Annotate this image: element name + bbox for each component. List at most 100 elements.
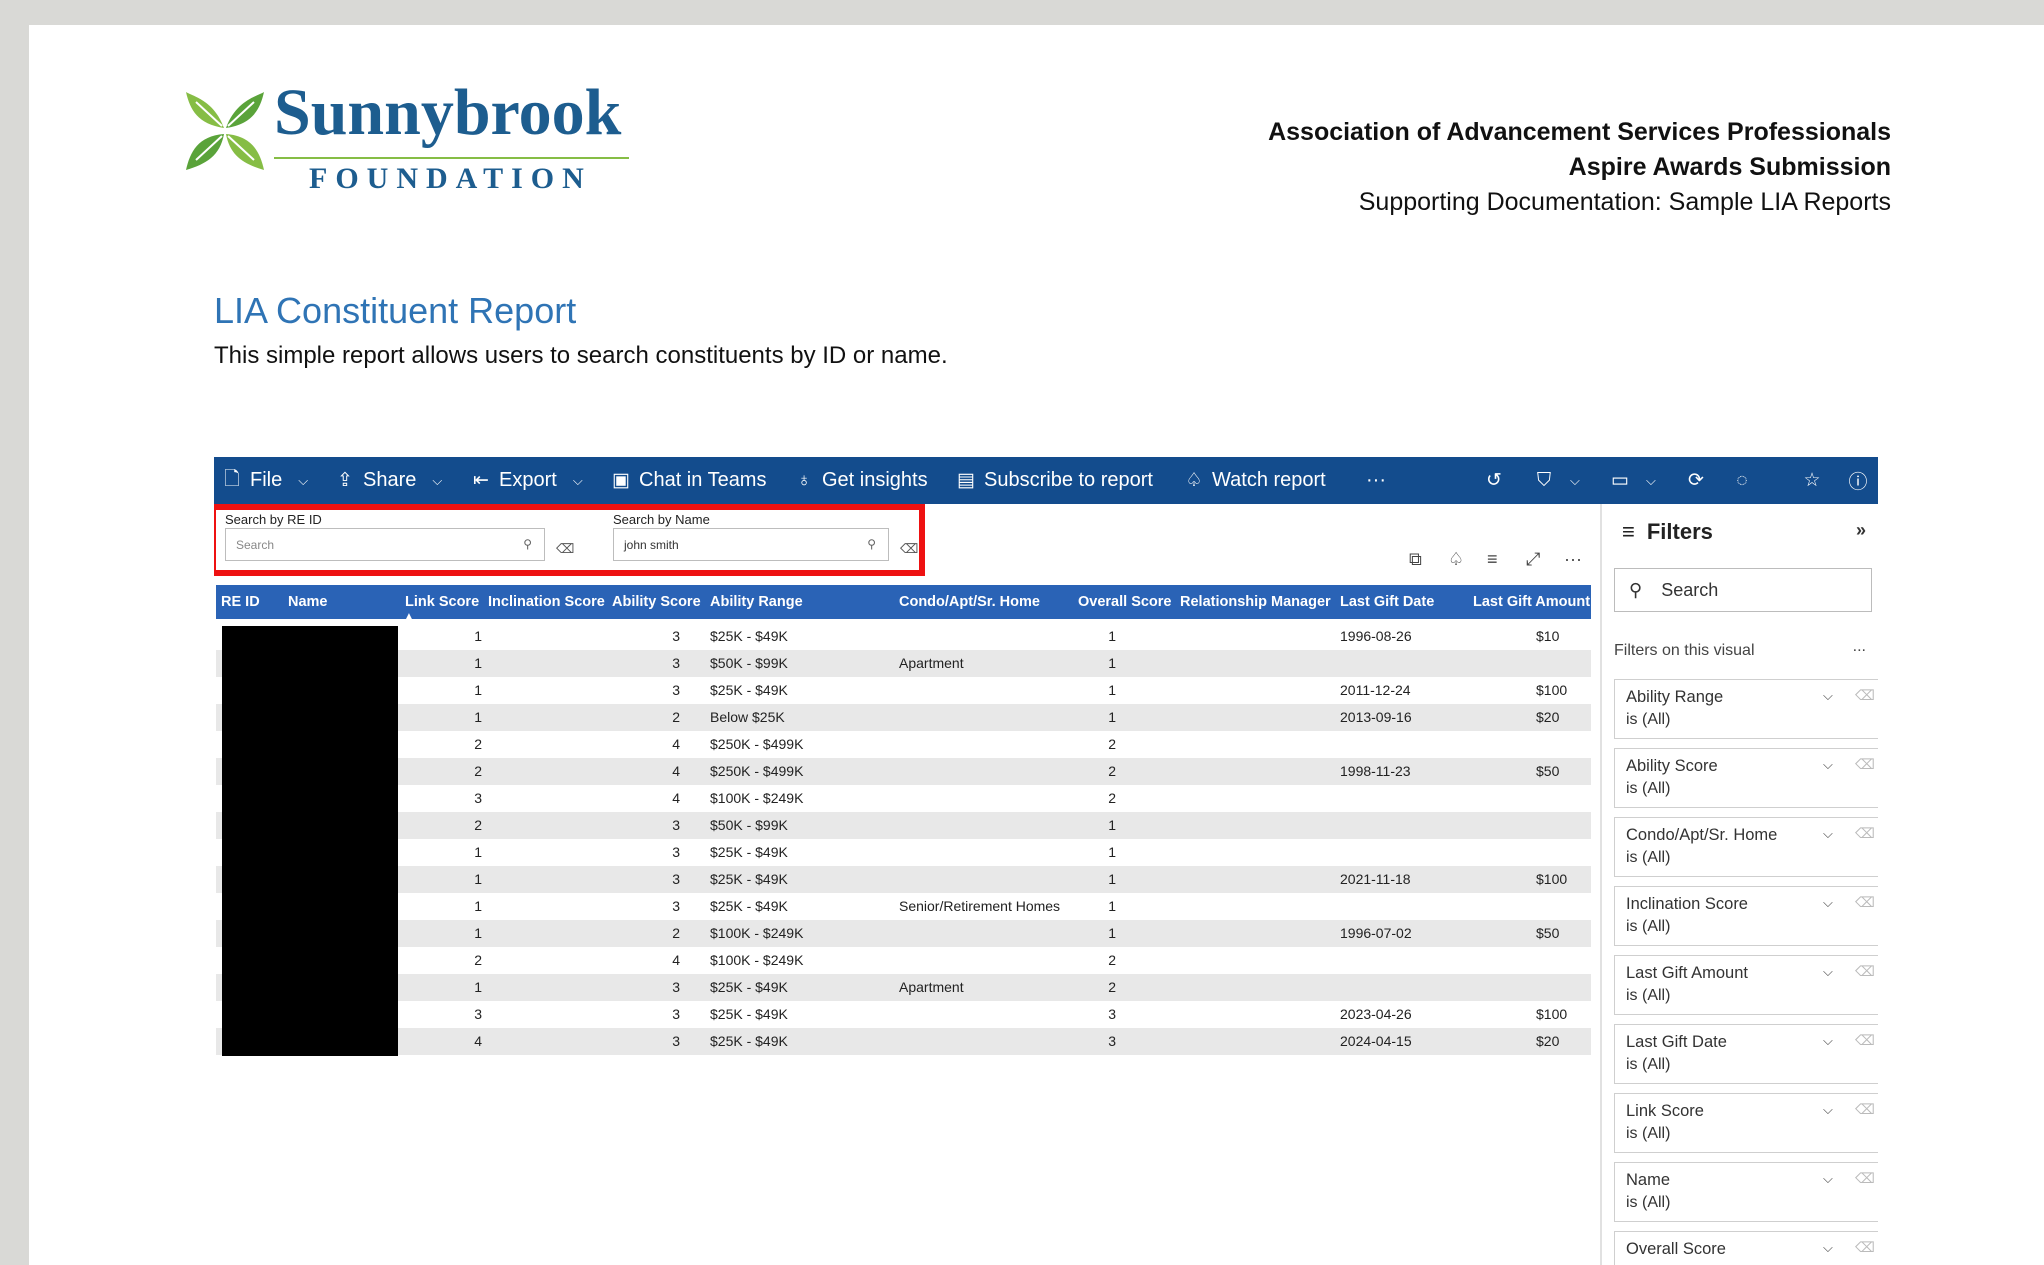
filters-section-more[interactable]: ... bbox=[1853, 638, 1866, 656]
export-menu[interactable]: ⇤ Export ⌵ bbox=[471, 457, 583, 504]
subscribe-button[interactable]: ▤ Subscribe to report bbox=[956, 457, 1153, 504]
eraser-icon[interactable]: ⌫ bbox=[1855, 756, 1875, 773]
col-condo[interactable]: Condo/Apt/Sr. Home bbox=[899, 585, 1040, 619]
cell-condo bbox=[899, 920, 1074, 947]
chevron-down-icon[interactable]: ⌵ bbox=[1823, 826, 1833, 842]
filter-card-name: Name bbox=[1626, 1171, 1671, 1189]
eraser-icon[interactable]: ⌫ bbox=[1855, 1170, 1875, 1187]
table-row[interactable]: 112Below $25K12013-09-16$20 bbox=[216, 704, 1591, 731]
table-row[interactable]: 124$250K - $499K2 bbox=[216, 731, 1591, 758]
col-last-gift-amount[interactable]: Last Gift Amount bbox=[1473, 585, 1590, 619]
col-inclination-score[interactable]: Inclination Score bbox=[488, 585, 605, 619]
chevron-down-icon[interactable]: ⌵ bbox=[1823, 688, 1833, 704]
cell-amount: $20 bbox=[1536, 1033, 1560, 1049]
eraser-icon[interactable]: ⌫ bbox=[1855, 825, 1875, 842]
cell-incl: 1 bbox=[474, 655, 482, 671]
eraser-icon[interactable]: ⌫ bbox=[1855, 894, 1875, 911]
table-header: RE ID Name Link Score ▲ Inclination Scor… bbox=[216, 585, 1591, 622]
watch-label: Watch report bbox=[1212, 469, 1326, 491]
info-button[interactable]: ⓘ bbox=[1848, 457, 1868, 504]
chevron-down-icon[interactable]: ⌵ bbox=[1823, 1033, 1833, 1049]
chevron-down-icon[interactable]: ⌵ bbox=[1823, 1240, 1833, 1256]
chevron-down-icon[interactable]: ⌵ bbox=[1823, 895, 1833, 911]
eraser-icon[interactable]: ⌫ bbox=[1855, 1101, 1875, 1118]
table-row[interactable]: 333$25K - $49K32023-04-26$100 bbox=[216, 1001, 1591, 1028]
col-relationship-manager[interactable]: Relationship Manager bbox=[1180, 585, 1331, 619]
filter-card-value: is (All) bbox=[1626, 780, 1671, 797]
cell-range: $250K - $499K bbox=[710, 763, 804, 779]
table-row[interactable]: 124$250K - $499K21998-11-23$50 bbox=[216, 758, 1591, 785]
col-ability-range[interactable]: Ability Range bbox=[710, 585, 803, 619]
filter-card[interactable]: Inclination Score is (All) ⌵ ⌫ bbox=[1614, 886, 1878, 946]
more-options-button[interactable]: ··· bbox=[1366, 457, 1386, 504]
chevron-down-icon[interactable]: ⌵ bbox=[1823, 757, 1833, 773]
filters-search-input[interactable]: ⚲ Search bbox=[1614, 568, 1872, 612]
table-row[interactable]: 113$25K - $49K11996-08-26$10 bbox=[216, 623, 1591, 650]
watch-report-button[interactable]: ♤ Watch report bbox=[1184, 457, 1326, 504]
filter-card[interactable]: Overall Score ⌵ ⌫ bbox=[1614, 1231, 1878, 1265]
table-row[interactable]: 113$25K - $49K12021-11-18$100 bbox=[216, 866, 1591, 893]
cell-abil: 4 bbox=[672, 790, 680, 806]
cell-date: 2024-04-15 bbox=[1340, 1033, 1412, 1049]
col-link-score[interactable]: Link Score bbox=[405, 585, 479, 619]
focus-mode-icon[interactable]: ⤢ bbox=[1526, 549, 1540, 570]
eraser-icon[interactable]: ⌫ bbox=[1855, 687, 1875, 704]
table-row[interactable]: 134$100K - $249K2 bbox=[216, 785, 1591, 812]
leaf-logo-icon bbox=[186, 92, 264, 170]
refresh-button[interactable]: ⟳ bbox=[1686, 457, 1706, 504]
col-name[interactable]: Name bbox=[288, 585, 328, 619]
header-line-1: Association of Advancement Services Prof… bbox=[1268, 118, 1891, 146]
table-row[interactable]: 113$25K - $49KSenior/Retirement Homes1 bbox=[216, 893, 1591, 920]
eraser-icon[interactable]: ⌫ bbox=[1855, 1032, 1875, 1049]
filter-card[interactable]: Name is (All) ⌵ ⌫ bbox=[1614, 1162, 1878, 1222]
filter-card[interactable]: Last Gift Amount is (All) ⌵ ⌫ bbox=[1614, 955, 1878, 1015]
collapse-filters-button[interactable]: » bbox=[1856, 520, 1866, 541]
bookmark-button[interactable]: ⛉ ⌵ bbox=[1534, 457, 1580, 504]
comment-icon: ◌ bbox=[1736, 469, 1748, 491]
chevron-down-icon[interactable]: ⌵ bbox=[1823, 1102, 1833, 1118]
file-menu[interactable]: 🗋 File ⌵ bbox=[222, 457, 308, 504]
table-row[interactable]: 443$25K - $49K32024-04-15$20 bbox=[216, 1028, 1591, 1055]
filters-title: ≡ Filters bbox=[1622, 519, 1713, 545]
filter-card[interactable]: Ability Range is (All) ⌵ ⌫ bbox=[1614, 679, 1878, 739]
chevron-down-icon[interactable]: ⌵ bbox=[1823, 964, 1833, 980]
comments-button[interactable]: ◌ bbox=[1732, 457, 1752, 504]
table-row[interactable]: 113$50K - $99KApartment1 bbox=[216, 650, 1591, 677]
more-options-icon[interactable]: ··· bbox=[1564, 549, 1582, 570]
header-line-3: Supporting Documentation: Sample LIA Rep… bbox=[1358, 188, 1891, 216]
cell-abil: 3 bbox=[672, 817, 680, 833]
report-title: LIA Constituent Report bbox=[214, 290, 577, 331]
share-menu[interactable]: ⇪ Share ⌵ bbox=[335, 457, 442, 504]
col-overall-score[interactable]: Overall Score bbox=[1078, 585, 1172, 619]
table-row[interactable]: 113$25K - $49K1 bbox=[216, 839, 1591, 866]
col-last-gift-date[interactable]: Last Gift Date bbox=[1340, 585, 1434, 619]
reset-button[interactable]: ↺ bbox=[1484, 457, 1504, 504]
filter-card[interactable]: Last Gift Date is (All) ⌵ ⌫ bbox=[1614, 1024, 1878, 1084]
cell-overall: 1 bbox=[1108, 817, 1116, 833]
favorite-button[interactable]: ☆ bbox=[1802, 457, 1822, 504]
table-row[interactable]: 313$25K - $49KApartment2 bbox=[216, 974, 1591, 1001]
eraser-icon[interactable]: ⌫ bbox=[1855, 963, 1875, 980]
col-reid[interactable]: RE ID bbox=[221, 585, 260, 619]
eraser-icon[interactable]: ⌫ bbox=[1855, 1239, 1875, 1256]
search-icon: ⚲ bbox=[1629, 580, 1643, 600]
filter-icon[interactable]: ≡ bbox=[1487, 549, 1498, 570]
bell-icon[interactable]: ♤ bbox=[1448, 549, 1464, 570]
cell-amount: $20 bbox=[1536, 709, 1560, 725]
export-icon: ⇤ bbox=[473, 470, 489, 491]
filter-card[interactable]: Link Score is (All) ⌵ ⌫ bbox=[1614, 1093, 1878, 1153]
get-insights-button[interactable]: ♁ Get insights bbox=[794, 457, 928, 504]
view-button[interactable]: ▭ ⌵ bbox=[1610, 457, 1656, 504]
filter-card[interactable]: Ability Score is (All) ⌵ ⌫ bbox=[1614, 748, 1878, 808]
filter-card[interactable]: Condo/Apt/Sr. Home is (All) ⌵ ⌫ bbox=[1614, 817, 1878, 877]
chat-in-teams-button[interactable]: ▣ Chat in Teams bbox=[611, 457, 766, 504]
table-row[interactable]: 124$100K - $249K2 bbox=[216, 947, 1591, 974]
table-row[interactable]: 123$50K - $99K1 bbox=[216, 812, 1591, 839]
filter-card-value: is (All) bbox=[1626, 849, 1671, 866]
table-row[interactable]: 112$100K - $249K11996-07-02$50 bbox=[216, 920, 1591, 947]
col-ability-score[interactable]: Ability Score bbox=[612, 585, 701, 619]
table-row[interactable]: 113$25K - $49K12011-12-24$100 bbox=[216, 677, 1591, 704]
copy-icon[interactable]: ⧉ bbox=[1409, 549, 1422, 570]
chevron-down-icon[interactable]: ⌵ bbox=[1823, 1171, 1833, 1187]
cell-range: $50K - $99K bbox=[710, 817, 788, 833]
